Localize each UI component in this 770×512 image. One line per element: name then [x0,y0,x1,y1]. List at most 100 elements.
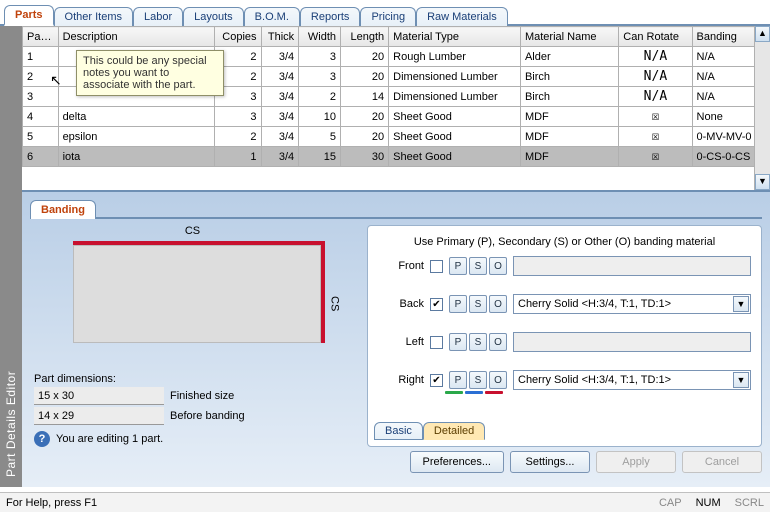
table-row[interactable]: 4delta33/41020Sheet GoodMDF☒None [23,107,770,127]
check-front[interactable] [430,260,443,273]
cell-rotate[interactable]: N/A [619,87,692,107]
left-s-button[interactable]: S [469,333,487,351]
dropdown-arrow-icon[interactable]: ▼ [733,372,749,388]
cell-mname[interactable]: MDF [520,147,618,167]
preferences-button[interactable]: Preferences... [410,451,504,473]
cell-desc[interactable]: delta [58,107,215,127]
col-material-type[interactable]: Material Type [389,27,521,47]
col-can-rotate[interactable]: Can Rotate [619,27,692,47]
cell-copies[interactable]: 3 [215,107,261,127]
cell-mname[interactable]: MDF [520,127,618,147]
tab-labor[interactable]: Labor [133,7,183,26]
left-p-button[interactable]: P [449,333,467,351]
subtab-detailed[interactable]: Detailed [423,422,485,440]
cell-mtype[interactable]: Sheet Good [389,107,521,127]
right-p-button[interactable]: P [449,371,467,389]
parts-table[interactable]: Part # Description Copies Thick Width Le… [22,26,770,167]
col-material-name[interactable]: Material Name [520,27,618,47]
cell-thick[interactable]: 3/4 [261,147,299,167]
col-width[interactable]: Width [299,27,341,47]
tab-banding[interactable]: Banding [30,200,96,219]
cell-rotate[interactable]: ☒ [619,107,692,127]
cell-width[interactable]: 2 [299,87,341,107]
cell-n[interactable]: 3 [23,87,59,107]
tab-other-items[interactable]: Other Items [54,7,133,26]
check-right[interactable]: ✔ [430,374,443,387]
cancel-button[interactable]: Cancel [682,451,762,473]
tab-reports[interactable]: Reports [300,7,361,26]
table-scrollbar[interactable]: ▲ ▼ [754,26,770,190]
front-material-select[interactable] [513,256,751,276]
finished-size-input[interactable] [34,387,164,405]
back-material-select[interactable]: Cherry Solid <H:3/4, T:1, TD:1> ▼ [513,294,751,314]
cell-desc[interactable]: epsilon [58,127,215,147]
cell-desc[interactable]: iota [58,147,215,167]
front-p-button[interactable]: P [449,257,467,275]
col-copies[interactable]: Copies [215,27,261,47]
cell-mtype[interactable]: Rough Lumber [389,47,521,67]
cell-copies[interactable]: 2 [215,127,261,147]
right-o-button[interactable]: O [489,371,507,389]
check-left[interactable] [430,336,443,349]
cell-width[interactable]: 5 [299,127,341,147]
back-p-button[interactable]: P [449,295,467,313]
cell-n[interactable]: 6 [23,147,59,167]
cell-length[interactable]: 20 [341,127,389,147]
cell-length[interactable]: 14 [341,87,389,107]
back-s-button[interactable]: S [469,295,487,313]
left-o-button[interactable]: O [489,333,507,351]
col-description[interactable]: Description [58,27,215,47]
before-banding-input[interactable] [34,407,164,425]
front-s-button[interactable]: S [469,257,487,275]
cell-width[interactable]: 10 [299,107,341,127]
cell-mname[interactable]: Birch [520,67,618,87]
front-o-button[interactable]: O [489,257,507,275]
cell-n[interactable]: 4 [23,107,59,127]
cell-thick[interactable]: 3/4 [261,107,299,127]
cell-width[interactable]: 3 [299,47,341,67]
cell-mtype[interactable]: Dimensioned Lumber [389,67,521,87]
tab-layouts[interactable]: Layouts [183,7,244,26]
dropdown-arrow-icon[interactable]: ▼ [733,296,749,312]
check-back[interactable]: ✔ [430,298,443,311]
cell-length[interactable]: 20 [341,47,389,67]
cell-rotate[interactable]: ☒ [619,147,692,167]
right-material-select[interactable]: Cherry Solid <H:3/4, T:1, TD:1> ▼ [513,370,751,390]
cell-mname[interactable]: Alder [520,47,618,67]
cell-mtype[interactable]: Dimensioned Lumber [389,87,521,107]
cell-length[interactable]: 30 [341,147,389,167]
cell-rotate[interactable]: N/A [619,47,692,67]
cell-rotate[interactable]: ☒ [619,127,692,147]
tab-pricing[interactable]: Pricing [360,7,416,26]
cell-thick[interactable]: 3/4 [261,127,299,147]
tab-raw-materials[interactable]: Raw Materials [416,7,508,26]
cell-n[interactable]: 5 [23,127,59,147]
left-material-select[interactable] [513,332,751,352]
cell-width[interactable]: 15 [299,147,341,167]
back-o-button[interactable]: O [489,295,507,313]
cell-n[interactable]: 1 [23,47,59,67]
scroll-up-icon[interactable]: ▲ [755,26,770,42]
table-row[interactable]: 6iota13/41530Sheet GoodMDF☒0-CS-0-CS [23,147,770,167]
cell-length[interactable]: 20 [341,67,389,87]
cell-mname[interactable]: Birch [520,87,618,107]
col-thick[interactable]: Thick [261,27,299,47]
right-s-button[interactable]: S [469,371,487,389]
cell-thick[interactable]: 3/4 [261,87,299,107]
cell-copies[interactable]: 1 [215,147,261,167]
cell-mname[interactable]: MDF [520,107,618,127]
cell-thick[interactable]: 3/4 [261,47,299,67]
scroll-down-icon[interactable]: ▼ [755,174,770,190]
cell-thick[interactable]: 3/4 [261,67,299,87]
tab-bom[interactable]: B.O.M. [244,7,300,26]
cell-mtype[interactable]: Sheet Good [389,127,521,147]
apply-button[interactable]: Apply [596,451,676,473]
table-row[interactable]: 5epsilon23/4520Sheet GoodMDF☒0-MV-MV-0 [23,127,770,147]
col-length[interactable]: Length [341,27,389,47]
col-part-num[interactable]: Part # [23,27,59,47]
cell-mtype[interactable]: Sheet Good [389,147,521,167]
cell-rotate[interactable]: N/A [619,67,692,87]
subtab-basic[interactable]: Basic [374,422,423,440]
settings-button[interactable]: Settings... [510,451,590,473]
cell-length[interactable]: 20 [341,107,389,127]
